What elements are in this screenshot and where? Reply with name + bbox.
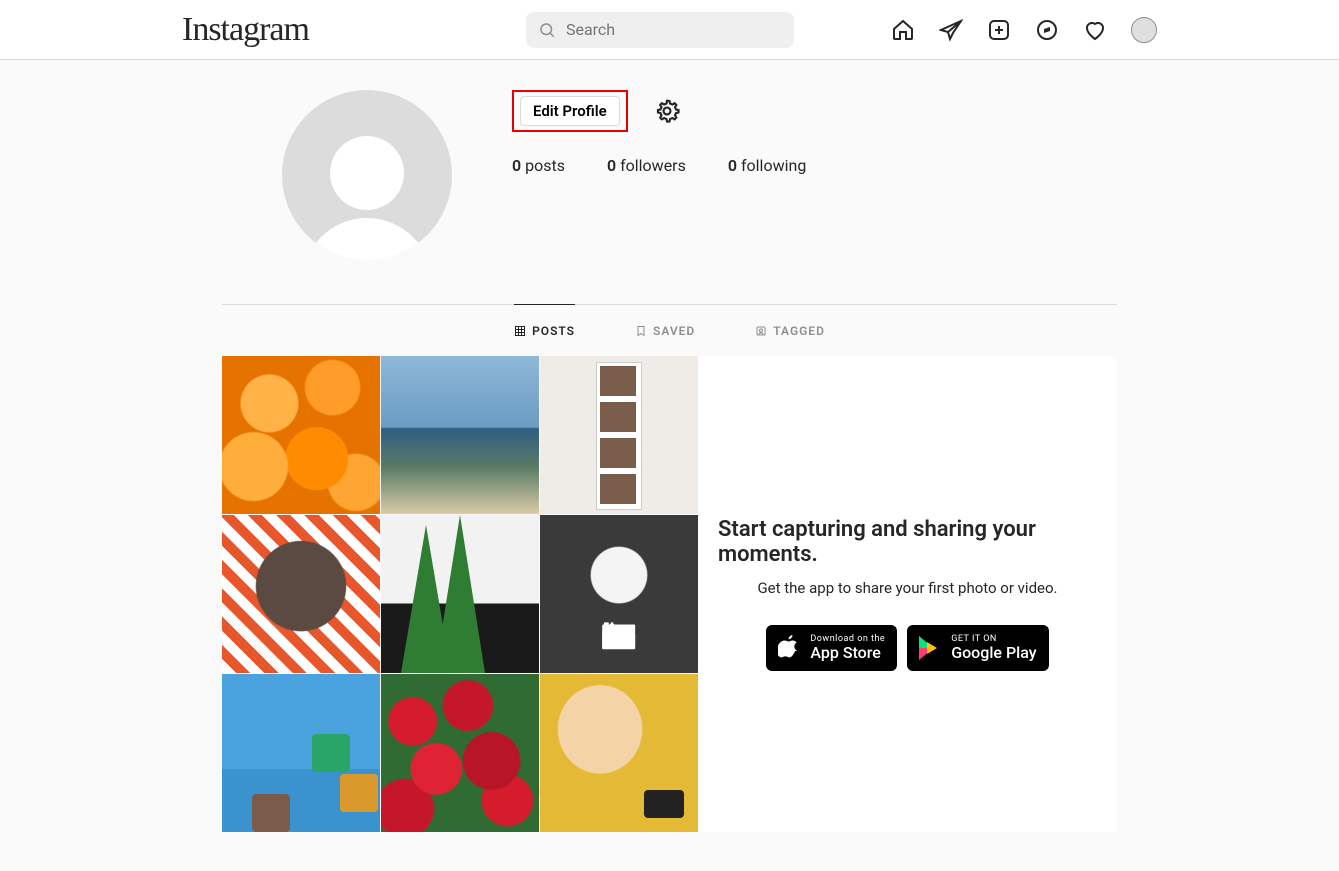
search-icon: [538, 21, 556, 39]
profile-avatar-nav[interactable]: [1131, 17, 1157, 43]
sample-tile: [222, 356, 380, 514]
messenger-icon[interactable]: [939, 18, 963, 42]
search-input[interactable]: [526, 12, 794, 48]
tagged-icon: [755, 325, 767, 337]
edit-profile-highlight: Edit Profile: [512, 90, 628, 132]
new-post-icon[interactable]: [987, 18, 1011, 42]
sample-tile: [381, 674, 539, 832]
profile-header: Edit Profile 0 posts 0 followers 0 follo…: [222, 90, 1117, 260]
instagram-logo[interactable]: Instagram: [182, 11, 309, 49]
profile-content: Start capturing and sharing your moments…: [222, 356, 1117, 832]
apple-icon: [778, 635, 800, 661]
activity-icon[interactable]: [1083, 18, 1107, 42]
sample-tile: [222, 515, 380, 673]
sample-tile: [222, 674, 380, 832]
profile-stats: 0 posts 0 followers 0 following: [512, 156, 1117, 175]
app-store-badge[interactable]: Download on theApp Store: [766, 625, 897, 671]
sample-tile: [540, 674, 698, 832]
sample-tile: [381, 356, 539, 514]
profile-picture[interactable]: [282, 90, 452, 260]
profile-tabs: POSTS SAVED TAGGED: [222, 304, 1117, 356]
get-app-promo: Start capturing and sharing your moments…: [698, 356, 1117, 832]
profile-page: Edit Profile 0 posts 0 followers 0 follo…: [202, 60, 1137, 832]
promo-heading: Start capturing and sharing your moments…: [718, 517, 1097, 567]
sample-photo-grid: [222, 356, 698, 832]
nav-icons: [891, 17, 1157, 43]
sample-tile: [381, 515, 539, 673]
tab-tagged[interactable]: TAGGED: [755, 304, 825, 356]
grid-icon: [514, 325, 526, 337]
posts-stat: 0 posts: [512, 156, 565, 175]
bookmark-icon: [635, 325, 647, 337]
tab-saved[interactable]: SAVED: [635, 304, 695, 356]
followers-stat[interactable]: 0 followers: [607, 156, 686, 175]
search-box: [526, 12, 794, 48]
top-nav: Instagram: [0, 0, 1339, 60]
google-play-badge[interactable]: GET IT ONGoogle Play: [907, 625, 1048, 671]
promo-subtext: Get the app to share your first photo or…: [757, 579, 1057, 597]
edit-profile-button[interactable]: Edit Profile: [520, 96, 620, 126]
sample-tile: [540, 515, 698, 673]
google-play-icon: [919, 636, 941, 660]
explore-icon[interactable]: [1035, 18, 1059, 42]
tab-posts[interactable]: POSTS: [514, 304, 575, 356]
settings-icon[interactable]: [654, 98, 680, 124]
home-icon[interactable]: [891, 18, 915, 42]
following-stat[interactable]: 0 following: [728, 156, 806, 175]
sample-tile: [540, 356, 698, 514]
